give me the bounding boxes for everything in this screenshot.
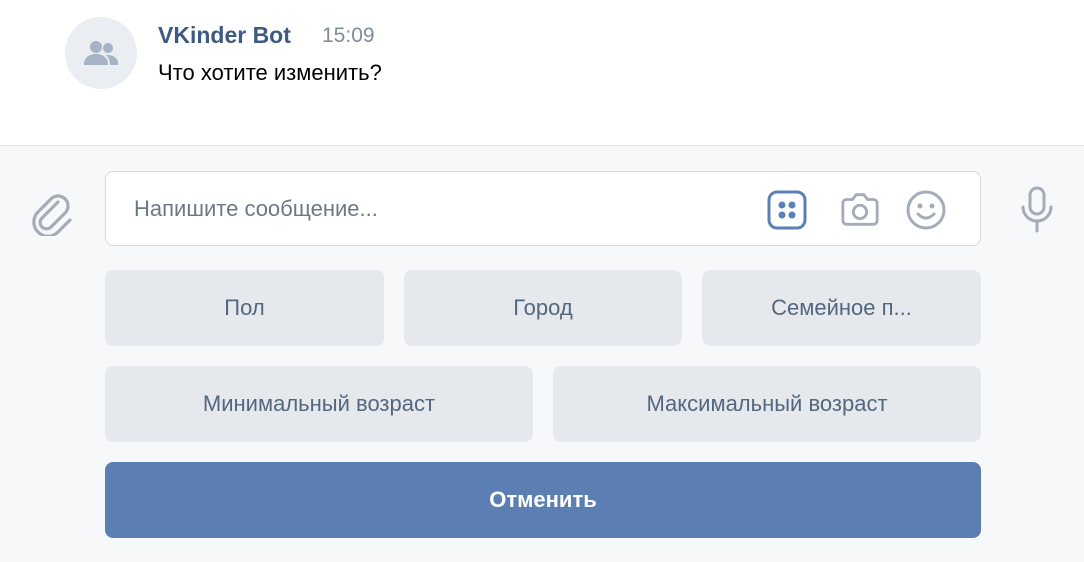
keyboard-button-min-age[interactable]: Минимальный возраст [105,366,533,442]
paperclip-icon [32,194,72,236]
message-text: Что хотите изменить? [158,60,382,85]
message-block: VKinder Bot 15:09 Что хотите изменить? [0,0,1084,145]
message-input-box [105,171,981,246]
message-input[interactable] [106,172,746,245]
bot-keyboard-button[interactable] [766,189,808,231]
smile-icon [906,190,946,230]
message-time: 15:09 [322,24,375,47]
keyboard-button-marital-status[interactable]: Семейное п... [702,270,981,346]
bot-keyboard-icon [767,190,807,230]
keyboard-button-city[interactable]: Город [404,270,682,346]
keyboard-button-gender[interactable]: Пол [105,270,384,346]
emoji-button[interactable] [905,189,947,231]
cancel-button[interactable]: Отменить [105,462,981,538]
camera-icon [841,193,879,226]
keyboard-button-max-age[interactable]: Максимальный возраст [553,366,981,442]
voice-message-button[interactable] [1013,184,1061,236]
avatar[interactable] [65,17,137,89]
microphone-icon [1021,186,1053,233]
users-icon [84,41,118,65]
attach-button[interactable] [28,189,76,237]
keyboard-row-1: Пол Город Семейное п... [105,270,981,346]
composer: Пол Город Семейное п... Минимальный возр… [0,145,1084,562]
message-author[interactable]: VKinder Bot [158,22,291,49]
camera-button[interactable] [839,189,881,231]
keyboard-row-2: Минимальный возраст Максимальный возраст [105,366,981,442]
